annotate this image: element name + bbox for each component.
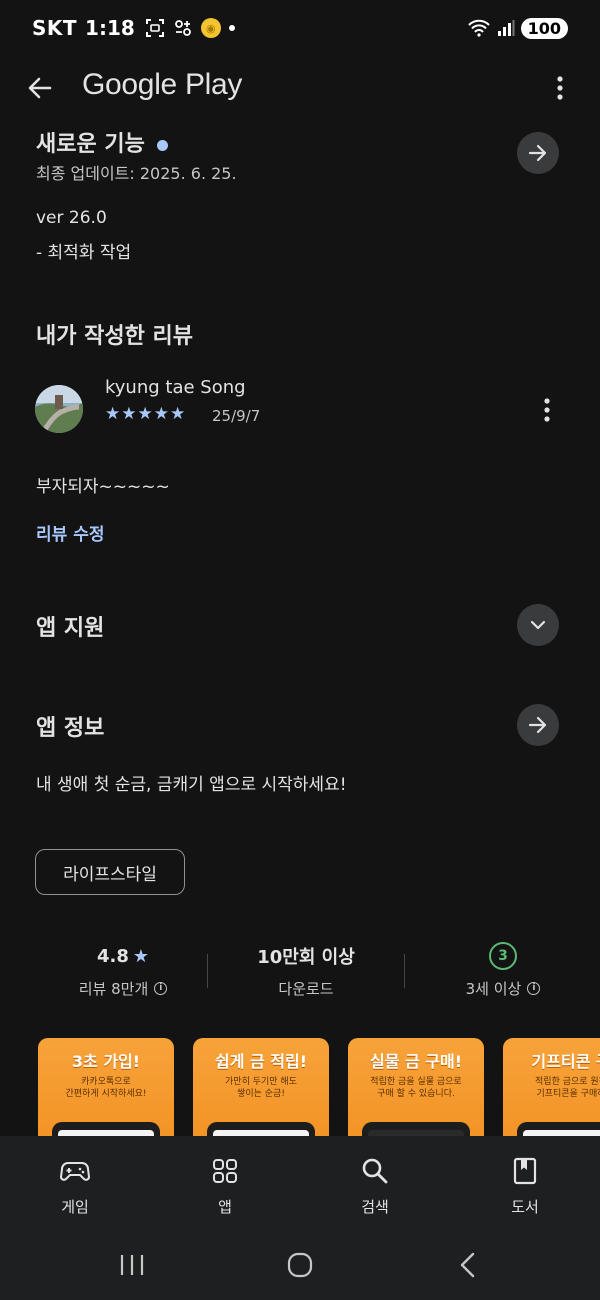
recent-apps-icon <box>120 1255 144 1275</box>
home-icon <box>287 1252 313 1278</box>
screenshot-subcaption: 가만히 두기만 해도 <box>225 1077 297 1087</box>
screenshot-subcaption: 기프티콘을 구매하 <box>536 1089 600 1099</box>
my-review-heading: 내가 작성한 리뷰 <box>36 324 193 349</box>
review-options-button[interactable] <box>532 395 562 425</box>
phone-mockup <box>52 1122 160 1136</box>
age-rating-badge-icon: 3 <box>489 942 517 970</box>
more-vert-icon <box>544 398 550 422</box>
screenshot-icon <box>145 19 164 37</box>
nav-apps[interactable]: 앱 <box>150 1136 300 1228</box>
system-navigation-bar <box>0 1228 600 1300</box>
app-description: 내 생애 첫 순금, 금캐기 앱으로 시작하세요! <box>36 775 347 795</box>
bottom-navigation: 게임 앱 검색 도서 <box>0 1136 600 1228</box>
stat-divider <box>404 954 405 988</box>
back-button[interactable] <box>22 70 58 106</box>
nav-books[interactable]: 도서 <box>450 1136 600 1228</box>
nav-search[interactable]: 검색 <box>300 1136 450 1228</box>
downloads-stat: 10만회 이상 다운로드 <box>221 942 391 999</box>
screenshot-subcaption: 카카오톡으로 <box>81 1077 131 1087</box>
more-vert-icon <box>557 76 563 100</box>
nav-search-label: 검색 <box>361 1198 389 1216</box>
rating-stat[interactable]: 4.8 ★ 리뷰 8만개 i <box>38 942 208 999</box>
screenshot-caption: 3초 가입! <box>71 1052 141 1071</box>
nav-games-label: 게임 <box>61 1198 89 1216</box>
edit-review-link[interactable]: 리뷰 수정 <box>36 520 104 545</box>
screenshot-thumbnail[interactable]: 실물 금 구매! 적립한 금을 실물 금으로구매 할 수 있습니다. <box>348 1038 484 1136</box>
rating-count-label: 리뷰 8만개 <box>78 980 149 998</box>
phone-mockup <box>517 1122 600 1136</box>
screenshot-subcaption: 간편하게 시작하세요! <box>65 1089 147 1099</box>
carrier-label: SKT <box>32 16 78 40</box>
arrow-back-icon <box>28 77 52 99</box>
coin-notification-icon: ◉ <box>200 18 221 38</box>
page-title: Google Play <box>82 68 243 101</box>
star-icon: ★ <box>132 945 150 967</box>
app-support-expand-button[interactable] <box>517 604 559 646</box>
rating-value: 4.8 <box>96 945 129 967</box>
phone-mockup <box>207 1122 315 1136</box>
content-rating-stat[interactable]: 3 3세 이상 i <box>418 942 588 999</box>
screenshot-subcaption: 구매 할 수 있습니다. <box>377 1089 455 1099</box>
link-icon <box>174 20 191 36</box>
screenshot-caption: 기프티콘 구 <box>531 1052 600 1071</box>
more-options-button[interactable] <box>542 70 578 106</box>
review-stars: ★★★★★ <box>105 404 187 424</box>
review-date: 25/9/7 <box>212 407 261 425</box>
screenshot-subcaption: 쌓이는 순금! <box>237 1089 285 1099</box>
age-rating-label: 3세 이상 <box>465 980 522 998</box>
notification-dot-icon <box>228 25 235 31</box>
category-chip[interactable]: 라이프스타일 <box>35 849 185 895</box>
app-info-heading[interactable]: 앱 정보 <box>36 710 104 742</box>
review-body: 부자되자~~~~~ <box>36 477 170 497</box>
nav-games[interactable]: 게임 <box>0 1136 150 1228</box>
phone-mockup <box>362 1122 470 1136</box>
app-bar: Google Play <box>0 56 600 120</box>
signal-icon <box>497 20 515 36</box>
screenshot-thumbnail[interactable]: 3초 가입! 카카오톡으로간편하게 시작하세요! <box>38 1038 174 1136</box>
reviewer-name: kyung tae Song <box>105 377 246 398</box>
release-note-text: - 최적화 작업 <box>36 243 132 263</box>
system-back-button[interactable] <box>448 1250 488 1280</box>
downloads-value: 10만회 이상 <box>257 947 355 968</box>
app-support-heading[interactable]: 앱 지원 <box>36 610 104 642</box>
arrow-forward-icon <box>528 144 547 162</box>
last-updated-text: 최종 업데이트: 2025. 6. 25. <box>36 164 237 183</box>
nav-books-label: 도서 <box>511 1198 539 1216</box>
screenshot-thumbnail[interactable]: 쉽게 금 적립! 가만히 두기만 해도쌓이는 순금! <box>193 1038 329 1136</box>
arrow-forward-icon <box>528 716 547 734</box>
downloads-label: 다운로드 <box>278 980 334 998</box>
screenshot-subcaption: 적립한 금으로 원하 <box>535 1077 600 1087</box>
home-button[interactable] <box>280 1250 320 1280</box>
new-indicator-dot <box>156 139 168 151</box>
avatar <box>35 385 83 433</box>
recent-apps-button[interactable] <box>112 1250 152 1280</box>
screenshot-thumbnail[interactable]: 기프티콘 구 적립한 금으로 원하기프티콘을 구매하 <box>503 1038 600 1136</box>
nav-apps-label: 앱 <box>218 1198 232 1216</box>
status-bar: SKT 1:18 ◉ 100 <box>0 0 600 56</box>
app-details-content[interactable]: 새로운 기능 최종 업데이트: 2025. 6. 25. ver 26.0 - … <box>0 120 600 1136</box>
stat-divider <box>207 954 208 988</box>
screenshot-subcaption: 적립한 금을 실물 금으로 <box>370 1077 462 1087</box>
chevron-down-icon <box>530 620 546 630</box>
info-icon: i <box>527 982 541 995</box>
book-icon <box>513 1157 537 1185</box>
battery-level: 100 <box>520 17 568 39</box>
screenshot-caption: 실물 금 구매! <box>369 1052 463 1071</box>
search-icon <box>362 1158 388 1184</box>
screenshot-caption: 쉽게 금 적립! <box>214 1052 308 1071</box>
version-text: ver 26.0 <box>36 208 107 228</box>
whats-new-heading: 새로운 기능 <box>36 126 168 158</box>
whats-new-title: 새로운 기능 <box>36 132 145 157</box>
wifi-icon <box>467 19 490 37</box>
gamepad-icon <box>60 1162 90 1181</box>
chevron-left-icon <box>460 1252 475 1278</box>
app-info-open-button[interactable] <box>517 704 559 746</box>
clock: 1:18 <box>85 16 135 40</box>
apps-grid-icon <box>213 1159 237 1183</box>
whats-new-expand-button[interactable] <box>517 132 559 174</box>
info-icon: i <box>154 982 168 995</box>
